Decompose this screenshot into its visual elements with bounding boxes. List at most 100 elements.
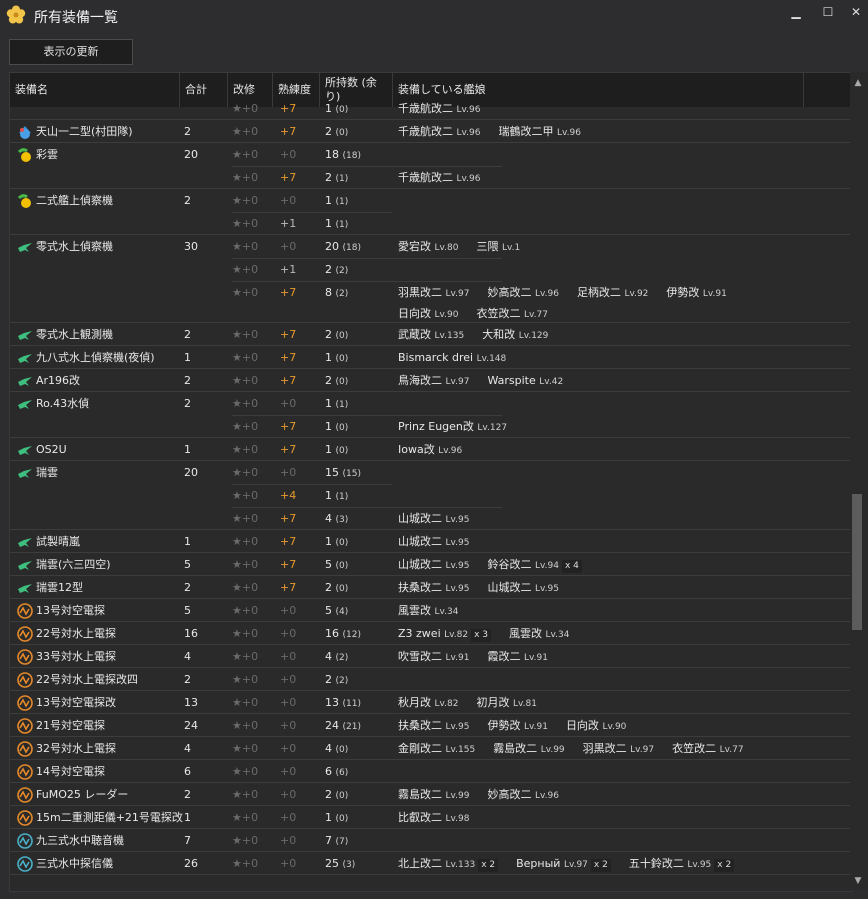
- owned-count: 1 (0): [325, 806, 348, 829]
- ship-entry[interactable]: 風雲改 Lv.34: [509, 624, 569, 645]
- table-row[interactable]: 21号対空電探 24 ★+0 +0 24 (21) 扶桑改二 Lv.95 伊勢改 Lv.91…: [10, 714, 851, 737]
- ship-entry[interactable]: 妙高改二 Lv.96: [487, 283, 558, 304]
- refresh-button[interactable]: 表示の更新: [9, 39, 133, 65]
- scroll-up-arrow[interactable]: ▲: [852, 78, 864, 88]
- scrollbar-thumb[interactable]: [852, 494, 862, 630]
- ship-entry[interactable]: 千歳航改二 Lv.96: [398, 99, 480, 120]
- ship-entry[interactable]: Iowa改 Lv.96: [398, 440, 462, 461]
- owned-count: 8 (2): [325, 281, 348, 304]
- table-row[interactable]: 試製晴嵐 1 ★+0 +7 1 (0) 山城改二 Lv.95: [10, 530, 851, 553]
- ship-entry[interactable]: 武蔵改 Lv.135: [398, 325, 464, 346]
- ship-entry[interactable]: Z3 zwei Lv.82 x 3: [398, 624, 492, 645]
- ship-entry[interactable]: 比叡改二 Lv.98: [398, 808, 469, 829]
- ship-entry[interactable]: 吹雪改二 Lv.91: [398, 647, 469, 668]
- owned-count: 5 (4): [325, 599, 348, 622]
- ship-entry[interactable]: 北上改二 Lv.133 x 2: [398, 854, 499, 875]
- table-row[interactable]: OS2U 1 ★+0 +7 1 (0) Iowa改 Lv.96: [10, 438, 851, 461]
- ship-entry[interactable]: 霞改二 Lv.91: [487, 647, 547, 668]
- ship-entry[interactable]: 瑞鶴改二甲 Lv.96: [498, 122, 580, 143]
- table-row[interactable]: 二式艦上偵察機 2 ★+0 +0 1 (1) ★+0 +1 1 (1): [10, 189, 851, 235]
- proficiency-level: +7: [280, 558, 297, 571]
- ship-entry[interactable]: 山城改二 Lv.95: [398, 555, 469, 576]
- table-row[interactable]: 32号対水上電探 4 ★+0 +0 4 (0) 金剛改二 Lv.155 霧島改二 Lv.99…: [10, 737, 851, 760]
- ship-entry[interactable]: 日向改 Lv.90: [566, 716, 626, 737]
- maximize-button[interactable]: ☐: [817, 4, 839, 22]
- table-row[interactable]: ★+0 +7 1 (0) 千歳航改二 Lv.96: [10, 97, 851, 120]
- vertical-scrollbar[interactable]: [850, 72, 868, 890]
- ship-name: 伊勢改: [487, 719, 524, 732]
- ship-entry[interactable]: 愛宕改 Lv.80: [398, 237, 458, 258]
- equip-multiplier-badge: x 2: [590, 859, 611, 872]
- proficiency-level: +0: [280, 673, 297, 686]
- ship-entry[interactable]: 秋月改 Lv.82: [398, 693, 458, 714]
- table-row[interactable]: 零式水上偵察機 30 ★+0 +0 20 (18) 愛宕改 Lv.80 三隈 Lv.1 ★+0…: [10, 235, 851, 323]
- table-row[interactable]: 零式水上観測機 2 ★+0 +7 2 (0) 武蔵改 Lv.135 大和改 Lv.129: [10, 323, 851, 346]
- proficiency-level: +0: [280, 240, 297, 253]
- table-row[interactable]: 15m二重測距儀+21号電探改 1 ★+0 +0 1 (0) 比叡改二 Lv.98: [10, 806, 851, 829]
- owned-count: 1 (1): [325, 484, 348, 507]
- minimize-button[interactable]: ▁: [785, 4, 807, 22]
- ship-entry[interactable]: Prinz Eugen改 Lv.127: [398, 417, 507, 438]
- table-row[interactable]: FuMO25 レーダー 2 ★+0 +0 2 (0) 霧島改二 Lv.99 妙高改二 Lv.…: [10, 783, 851, 806]
- scroll-down-arrow[interactable]: ▼: [852, 876, 864, 886]
- remaining-count: (7): [335, 837, 349, 847]
- table-row[interactable]: 瑞雲 20 ★+0 +0 15 (15) ★+0 +4 1 (1) ★+0 +7 4 (3) 山城改二…: [10, 461, 851, 530]
- ship-entry[interactable]: 千歳航改二 Lv.96: [398, 122, 480, 143]
- equipment-total: 16: [184, 627, 198, 640]
- ship-level: Lv.1: [501, 243, 521, 253]
- table-row[interactable]: 瑞雲(六三四空) 5 ★+0 +7 5 (0) 山城改二 Lv.95 鈴谷改二 Lv.94 x…: [10, 553, 851, 576]
- ship-entry[interactable]: 五十鈴改二 Lv.95 x 2: [629, 854, 735, 875]
- ship-level: Lv.92: [624, 289, 649, 299]
- ship-entry[interactable]: 鳥海改二 Lv.97: [398, 371, 469, 392]
- ship-entry[interactable]: 山城改二 Lv.95: [398, 532, 469, 553]
- ship-entry[interactable]: 羽黒改二 Lv.97: [398, 283, 469, 304]
- ship-entry[interactable]: 日向改 Lv.90: [398, 304, 458, 325]
- ship-level: Lv.96: [456, 128, 481, 138]
- table-row[interactable]: 三式水中探信儀 26 ★+0 +0 25 (3) 北上改二 Lv.133 x 2 Верный…: [10, 852, 851, 875]
- table-row[interactable]: 彩雲 20 ★+0 +0 18 (18) ★+0 +7 2 (1) 千歳航改二 Lv.96: [10, 143, 851, 189]
- table-row[interactable]: 九八式水上偵察機(夜偵) 1 ★+0 +7 1 (0) Bismarck drei Lv.…: [10, 346, 851, 369]
- ship-entry[interactable]: 妙高改二 Lv.96: [487, 785, 558, 806]
- table-row[interactable]: 22号対水上電探改四 2 ★+0 +0 2 (2): [10, 668, 851, 691]
- ship-entry[interactable]: 初月改 Lv.81: [476, 693, 536, 714]
- ship-entry[interactable]: 扶桑改二 Lv.95: [398, 578, 469, 599]
- table-row[interactable]: 22号対水上電探 16 ★+0 +0 16 (12) Z3 zwei Lv.82 x 3 風雲…: [10, 622, 851, 645]
- table-row[interactable]: 13号対空電探改 13 ★+0 +0 13 (11) 秋月改 Lv.82 初月改 Lv.81: [10, 691, 851, 714]
- ship-entry[interactable]: 衣笠改二 Lv.77: [476, 304, 547, 325]
- table-row[interactable]: 天山一二型(村田隊) 2 ★+0 +7 2 (0) 千歳航改二 Lv.96 瑞鶴改二甲 Lv…: [10, 120, 851, 143]
- ship-entry[interactable]: 伊勢改 Lv.91: [487, 716, 547, 737]
- ship-entry[interactable]: 霧島改二 Lv.99: [398, 785, 469, 806]
- ship-entry[interactable]: 衣笠改二 Lv.77: [672, 739, 743, 760]
- ship-entry[interactable]: 羽黒改二 Lv.97: [583, 739, 654, 760]
- equipped-ships: 比叡改二 Lv.98: [398, 806, 778, 831]
- ship-entry[interactable]: 霧島改二 Lv.99: [493, 739, 564, 760]
- ship-entry[interactable]: 金剛改二 Lv.155: [398, 739, 475, 760]
- table-row[interactable]: 瑞雲12型 2 ★+0 +7 2 (0) 扶桑改二 Lv.95 山城改二 Lv.95: [10, 576, 851, 599]
- ship-entry[interactable]: 山城改二 Lv.95: [487, 578, 558, 599]
- close-button[interactable]: ✕: [845, 4, 867, 22]
- equipment-total: 7: [184, 834, 191, 847]
- ship-entry[interactable]: Warspite Lv.42: [487, 371, 563, 392]
- ship-level: Lv.99: [445, 791, 470, 801]
- ship-entry[interactable]: 扶桑改二 Lv.95: [398, 716, 469, 737]
- proficiency-level: +4: [280, 489, 297, 502]
- ship-entry[interactable]: 千歳航改二 Lv.96: [398, 168, 480, 189]
- ship-entry[interactable]: Верный Lv.97 x 2: [516, 854, 611, 875]
- remaining-count: (1): [335, 400, 349, 410]
- ship-entry[interactable]: 山城改二 Lv.95: [398, 509, 469, 530]
- table-row[interactable]: 14号対空電探 6 ★+0 +0 6 (6): [10, 760, 851, 783]
- ship-entry[interactable]: 風雲改 Lv.34: [398, 601, 458, 622]
- ship-entry[interactable]: 三隈 Lv.1: [476, 237, 520, 258]
- table-row[interactable]: Ro.43水偵 2 ★+0 +0 1 (1) ★+0 +7 1 (0) Prinz Eugen改…: [10, 392, 851, 438]
- equipment-table: 装備名 合計 改修 熟練度 所持数 (余り) 装備している艦娘 ★+0 +7 1 (…: [9, 72, 852, 892]
- ship-entry[interactable]: 大和改 Lv.129: [482, 325, 548, 346]
- table-row[interactable]: 九三式水中聴音機 7 ★+0 +0 7 (7): [10, 829, 851, 852]
- ship-entry[interactable]: 伊勢改 Lv.91: [666, 283, 726, 304]
- proficiency-level: +0: [280, 742, 297, 755]
- table-row[interactable]: Ar196改 2 ★+0 +7 2 (0) 鳥海改二 Lv.97 Warspite Lv.4…: [10, 369, 851, 392]
- ship-entry[interactable]: 鈴谷改二 Lv.94 x 4: [487, 555, 582, 576]
- table-row[interactable]: 33号対水上電探 4 ★+0 +0 4 (2) 吹雪改二 Lv.91 霞改二 Lv.91: [10, 645, 851, 668]
- table-row[interactable]: 13号対空電探 5 ★+0 +0 5 (4) 風雲改 Lv.34: [10, 599, 851, 622]
- ship-entry[interactable]: Bismarck drei Lv.148: [398, 348, 506, 369]
- ship-entry[interactable]: 足柄改二 Lv.92: [577, 283, 648, 304]
